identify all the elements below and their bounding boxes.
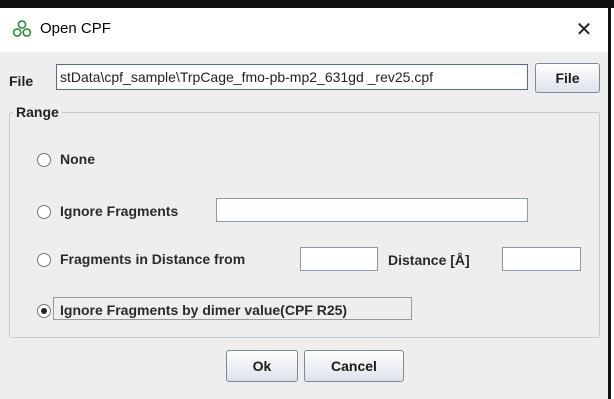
- radio-fragments-in-distance-button[interactable]: [37, 253, 51, 267]
- app-icon: [12, 20, 32, 37]
- radio-ignore-by-dimer-label[interactable]: Ignore Fragments by dimer value(CPF R25): [60, 302, 347, 318]
- title-bar: Open CPF ✕: [0, 8, 608, 52]
- radio-fragments-in-distance-label[interactable]: Fragments in Distance from: [60, 251, 245, 267]
- cancel-button[interactable]: Cancel: [304, 350, 404, 382]
- file-browse-button[interactable]: File: [535, 63, 600, 93]
- radio-none-button[interactable]: [37, 153, 51, 167]
- radio-ignore-by-dimer-button[interactable]: [37, 304, 51, 318]
- ignore-fragments-input[interactable]: [216, 198, 528, 222]
- range-legend: Range: [13, 104, 62, 120]
- radio-ignore-fragments-label[interactable]: Ignore Fragments: [60, 203, 178, 219]
- window-title: Open CPF: [40, 20, 111, 37]
- radio-none-label[interactable]: None: [60, 151, 95, 167]
- distance-label: Distance [Å]: [388, 252, 470, 268]
- background-strip: [0, 0, 614, 8]
- file-path-input[interactable]: stData\cpf_sample\TrpCage_fmo-pb-mp2_631…: [56, 64, 528, 90]
- distance-from-input[interactable]: [300, 247, 378, 271]
- close-icon[interactable]: ✕: [568, 14, 600, 46]
- ok-button[interactable]: Ok: [226, 350, 298, 382]
- radio-ignore-fragments-button[interactable]: [37, 205, 51, 219]
- file-label: File: [9, 73, 34, 89]
- distance-value-input[interactable]: [502, 247, 581, 271]
